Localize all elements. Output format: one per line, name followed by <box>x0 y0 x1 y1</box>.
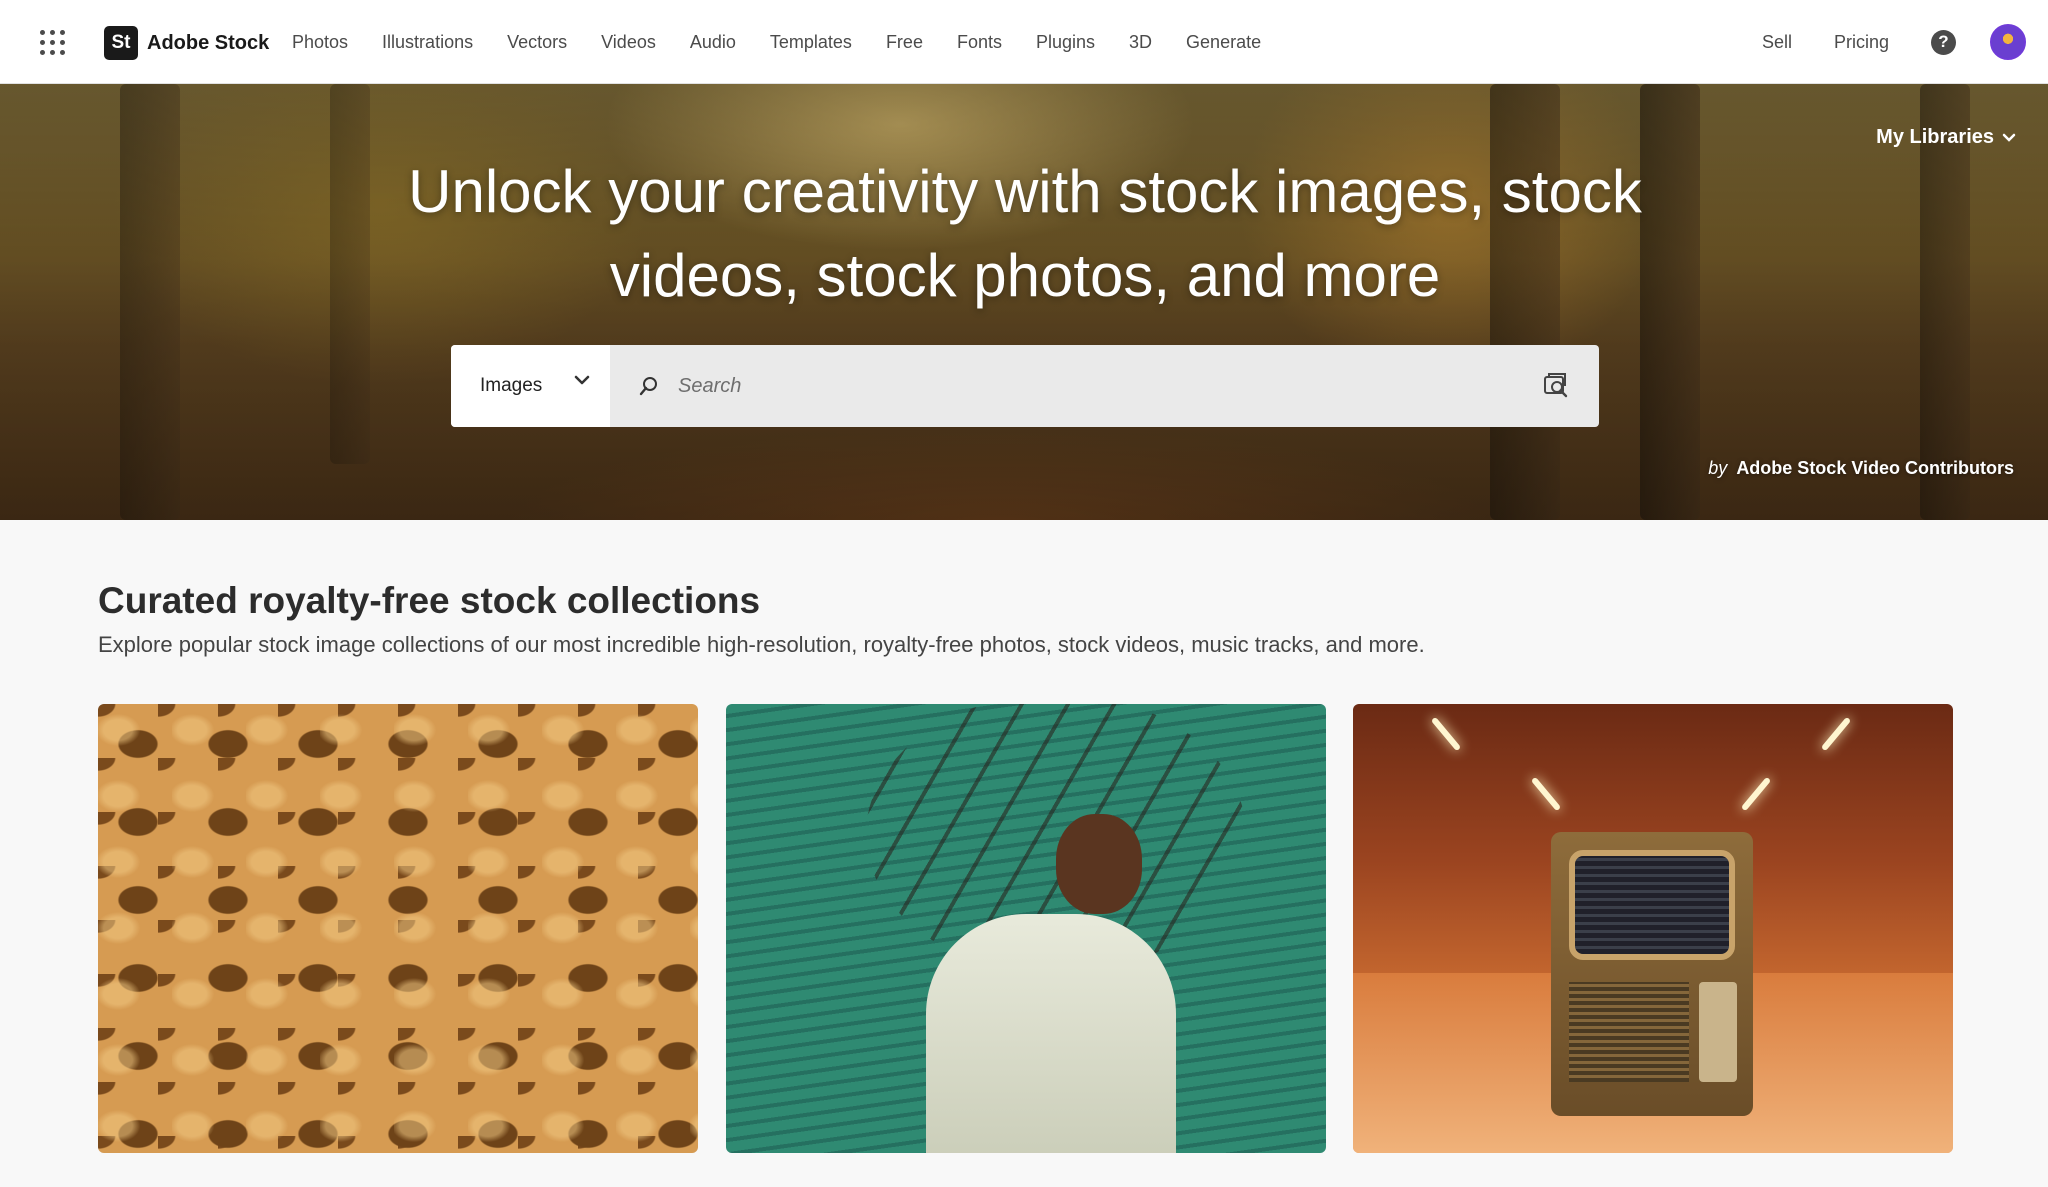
tv-screen <box>1569 850 1735 960</box>
nav-item-free[interactable]: Free <box>886 32 923 53</box>
help-icon[interactable]: ? <box>1931 29 1956 55</box>
ceiling-light <box>1820 716 1852 752</box>
search-icon <box>639 377 657 396</box>
ceiling-light <box>1740 776 1772 812</box>
avatar[interactable] <box>1990 24 2026 60</box>
chevron-down-icon <box>574 375 590 385</box>
tv-knobs <box>1699 982 1737 1082</box>
nav-item-plugins[interactable]: Plugins <box>1036 32 1095 53</box>
brand-name: Adobe Stock <box>147 31 270 54</box>
my-libraries-label: My Libraries <box>1876 126 1994 148</box>
search-type-label: Images <box>480 375 543 396</box>
collections-subtitle: Explore popular stock image collections … <box>98 632 1425 657</box>
my-libraries-dropdown[interactable]: My Libraries <box>1876 126 2016 149</box>
search-type-dropdown[interactable]: Images <box>451 345 610 427</box>
nav-item-audio[interactable]: Audio <box>690 32 736 53</box>
credit-prefix: by <box>1708 458 1728 478</box>
collections-title: Curated royalty-free stock collections <box>98 580 761 621</box>
portrait-figure <box>926 914 1176 1153</box>
nav-item-videos[interactable]: Videos <box>601 32 656 53</box>
portrait-head <box>1056 814 1142 914</box>
search-bar: Images <box>451 345 1599 427</box>
nav-item-fonts[interactable]: Fonts <box>957 32 1002 53</box>
tv-grille <box>1569 982 1689 1082</box>
collection-card-pasta[interactable] <box>98 704 698 1153</box>
ceiling-light <box>1430 716 1462 752</box>
nav-item-photos[interactable]: Photos <box>292 32 348 53</box>
sell-link[interactable]: Sell <box>1762 32 1792 53</box>
main-nav: Photos Illustrations Vectors Videos Audi… <box>292 0 1295 84</box>
retro-tv <box>1551 832 1753 1116</box>
nav-item-illustrations[interactable]: Illustrations <box>382 32 473 53</box>
ceiling-light <box>1530 776 1562 812</box>
chevron-down-icon <box>2002 133 2016 142</box>
nav-item-generate[interactable]: Generate <box>1186 32 1261 53</box>
nav-item-templates[interactable]: Templates <box>770 32 852 53</box>
search-input[interactable] <box>610 345 1599 427</box>
hero-title: Unlock your creativity with stock images… <box>408 158 1642 309</box>
right-nav: Sell Pricing ? <box>1762 0 2026 84</box>
top-navigation-bar: St Adobe Stock Photos Illustrations Vect… <box>0 0 2048 84</box>
app-grid-icon[interactable] <box>40 30 66 56</box>
adobe-stock-logo[interactable]: St Adobe Stock <box>104 26 269 60</box>
nav-item-3d[interactable]: 3D <box>1129 32 1152 53</box>
search-field <box>610 345 1599 427</box>
nav-item-vectors[interactable]: Vectors <box>507 32 567 53</box>
brand-logo-icon: St <box>104 26 138 60</box>
hero-banner: My Libraries Unlock your creativity with… <box>0 84 2048 520</box>
collection-card-retro-tv[interactable] <box>1353 704 1953 1153</box>
pricing-link[interactable]: Pricing <box>1834 32 1889 53</box>
visual-search-icon[interactable] <box>1543 372 1569 398</box>
collection-card-portrait[interactable] <box>726 704 1326 1153</box>
credit-link[interactable]: Adobe Stock Video Contributors <box>1736 458 2014 478</box>
hero-credit: by Adobe Stock Video Contributors <box>1708 458 2014 479</box>
